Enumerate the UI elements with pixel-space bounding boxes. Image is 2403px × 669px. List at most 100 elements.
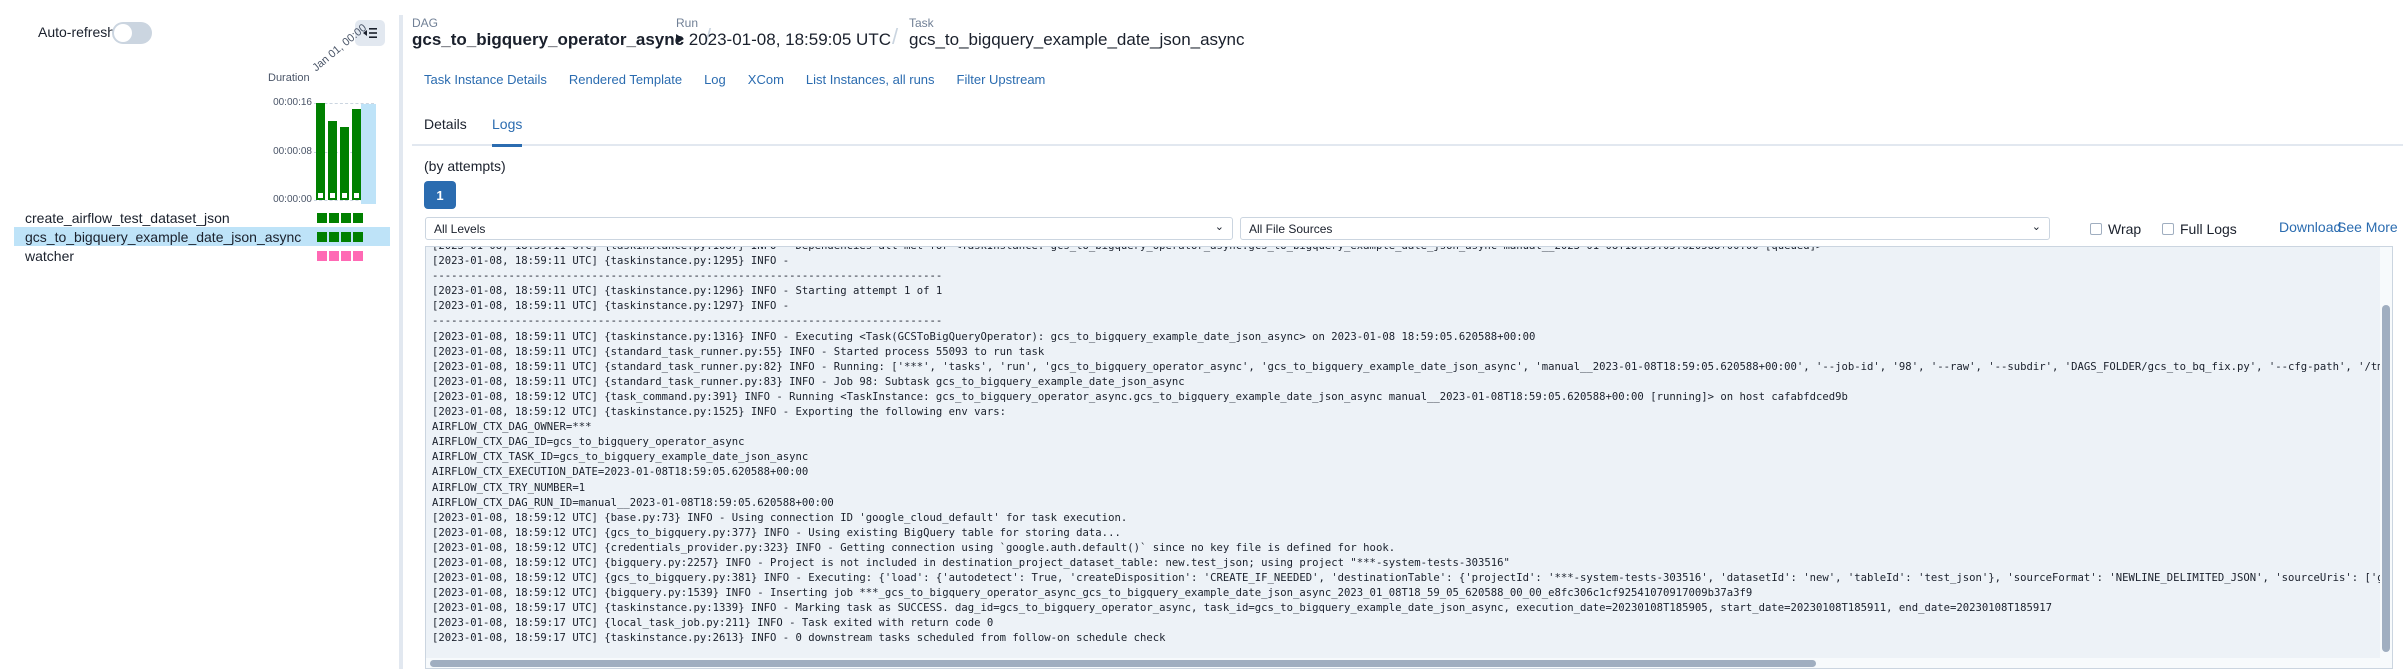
- full-logs-label: Full Logs: [2180, 221, 2237, 237]
- log-level-select[interactable]: All Levels ⌄: [425, 217, 1233, 240]
- duration-tick: 00:00:08: [273, 146, 312, 157]
- log-line: [2023-01-08, 18:59:11 UTC] {standard_tas…: [432, 360, 2393, 373]
- log-line: [2023-01-08, 18:59:11 UTC] {taskinstance…: [432, 285, 943, 298]
- log-line: AIRFLOW_CTX_TRY_NUMBER=1: [432, 481, 586, 494]
- log-viewer[interactable]: [2023-01-08, 18:59:11 UTC] {taskinstance…: [425, 246, 2393, 669]
- task-instance-square[interactable]: [317, 213, 327, 223]
- toggle-knob: [114, 24, 132, 42]
- action-link-task-instance-details[interactable]: Task Instance Details: [424, 72, 547, 87]
- download-button[interactable]: Download: [2279, 219, 2341, 235]
- log-lines: [2023-01-08, 18:59:11 UTC] {taskinstance…: [432, 246, 2393, 647]
- log-line: AIRFLOW_CTX_TASK_ID=gcs_to_bigquery_exam…: [432, 451, 809, 464]
- log-line: [2023-01-08, 18:59:12 UTC] {base.py:73} …: [432, 511, 1128, 524]
- breadcrumb-dag-value: gcs_to_bigquery_operator_async: [412, 30, 685, 49]
- action-link-list-instances-all-runs[interactable]: List Instances, all runs: [806, 72, 935, 87]
- log-line: [2023-01-08, 18:59:12 UTC] {taskinstance…: [432, 406, 1007, 419]
- log-line: [2023-01-08, 18:59:12 UTC] {bigquery.py:…: [432, 556, 1510, 569]
- see-more-button[interactable]: See More: [2337, 219, 2398, 235]
- wrap-checkbox[interactable]: Wrap: [2090, 221, 2141, 237]
- log-line: [2023-01-08, 18:59:11 UTC] {taskinstance…: [432, 300, 796, 313]
- log-line: [2023-01-08, 18:59:11 UTC] {taskinstance…: [432, 330, 1536, 343]
- breadcrumb-task-label: Task: [909, 16, 934, 30]
- bar-marker: [354, 193, 359, 198]
- log-line: [2023-01-08, 18:59:12 UTC] {task_command…: [432, 390, 1848, 403]
- scrollbar-thumb[interactable]: [2382, 305, 2390, 652]
- log-line: [2023-01-08, 18:59:17 UTC] {local_task_j…: [432, 617, 994, 630]
- log-line: [2023-01-08, 18:59:11 UTC] {taskinstance…: [432, 255, 796, 268]
- full-logs-checkbox[interactable]: Full Logs: [2162, 221, 2237, 237]
- duration-bar[interactable]: [316, 103, 325, 200]
- log-line: [2023-01-08, 18:59:12 UTC] {gcs_to_bigqu…: [432, 526, 1121, 539]
- task-instance-square[interactable]: [353, 251, 363, 261]
- task-instance-square[interactable]: [341, 232, 351, 242]
- horizontal-scrollbar[interactable]: [426, 658, 2392, 668]
- task-row[interactable]: gcs_to_bigquery_example_date_json_async: [14, 227, 390, 246]
- log-line: ----------------------------------------…: [432, 270, 943, 283]
- breadcrumb-separator: /: [892, 24, 899, 49]
- auto-refresh-label: Auto-refresh: [38, 24, 116, 40]
- breadcrumb-dag[interactable]: DAG gcs_to_bigquery_operator_async: [412, 16, 684, 50]
- file-source-select[interactable]: All File Sources ⌄: [1240, 217, 2050, 240]
- log-line: [2023-01-08, 18:59:17 UTC] {taskinstance…: [432, 602, 2053, 615]
- attempt-button[interactable]: 1: [424, 181, 456, 209]
- wrap-label: Wrap: [2108, 221, 2142, 237]
- breadcrumb-task[interactable]: Task gcs_to_bigquery_example_date_json_a…: [909, 16, 1245, 50]
- task-instance-square[interactable]: [353, 213, 363, 223]
- duration-tick: 00:00:16: [273, 97, 312, 108]
- log-line: [2023-01-08, 18:59:11 UTC] {taskinstance…: [432, 246, 1823, 252]
- breadcrumb-run-value: 2023-01-08, 18:59:05 UTC: [688, 30, 891, 49]
- log-line: [2023-01-08, 18:59:12 UTC] {credentials_…: [432, 541, 1396, 554]
- task-instance-square[interactable]: [341, 213, 351, 223]
- bar-marker: [330, 193, 335, 198]
- action-link-filter-upstream[interactable]: Filter Upstream: [957, 72, 1046, 87]
- duration-axis-label: Duration: [268, 72, 310, 84]
- task-instance-square[interactable]: [317, 232, 327, 242]
- duration-bar[interactable]: [340, 127, 349, 200]
- task-instance-square[interactable]: [329, 232, 339, 242]
- log-line: AIRFLOW_CTX_DAG_RUN_ID=manual__2023-01-0…: [432, 496, 834, 509]
- selected-run-highlight: [361, 104, 376, 204]
- chevron-down-icon: ⌄: [1214, 221, 1224, 233]
- breadcrumb-dag-label: DAG: [412, 16, 439, 30]
- log-line: ----------------------------------------…: [432, 315, 943, 328]
- bar-marker: [342, 193, 347, 198]
- attempts-label: (by attempts): [424, 158, 506, 174]
- scrollbar-thumb[interactable]: [430, 660, 1816, 667]
- task-row[interactable]: create_airflow_test_dataset_json: [14, 208, 390, 227]
- checkbox-box: [2162, 223, 2174, 235]
- action-link-xcom[interactable]: XCom: [748, 72, 784, 87]
- vertical-scrollbar[interactable]: [2380, 247, 2392, 668]
- log-line: AIRFLOW_CTX_EXECUTION_DATE=2023-01-08T18…: [432, 466, 809, 479]
- log-line: [2023-01-08, 18:59:11 UTC] {standard_tas…: [432, 375, 1185, 388]
- task-instance-square[interactable]: [329, 251, 339, 261]
- log-line: AIRFLOW_CTX_DAG_ID=gcs_to_bigquery_opera…: [432, 436, 745, 449]
- log-line: AIRFLOW_CTX_DAG_OWNER=***: [432, 421, 592, 434]
- tab-logs[interactable]: Logs: [492, 116, 523, 147]
- duration-bar[interactable]: [352, 109, 361, 200]
- log-line: [2023-01-08, 18:59:12 UTC] {gcs_to_bigqu…: [432, 572, 2393, 585]
- action-link-rendered-template[interactable]: Rendered Template: [569, 72, 682, 87]
- auto-refresh-toggle[interactable]: [112, 22, 152, 44]
- breadcrumb-run-row: 2023-01-08, 18:59:05 UTC: [676, 30, 891, 50]
- task-instance-square[interactable]: [353, 232, 363, 242]
- duration-tick: 00:00:00: [273, 194, 312, 205]
- chevron-down-icon: ⌄: [2031, 221, 2041, 233]
- duration-bar[interactable]: [328, 121, 337, 200]
- log-level-value: All Levels: [434, 222, 486, 236]
- tab-details[interactable]: Details: [424, 116, 467, 144]
- breadcrumb-run[interactable]: Run 2023-01-08, 18:59:05 UTC: [676, 16, 891, 50]
- checkbox-box: [2090, 223, 2102, 235]
- breadcrumb-task-value: gcs_to_bigquery_example_date_json_async: [909, 30, 1245, 49]
- task-list: create_airflow_test_dataset_json gcs_to_b…: [14, 208, 390, 265]
- play-icon: [676, 34, 684, 44]
- task-instance-square[interactable]: [341, 251, 351, 261]
- panel-divider[interactable]: [399, 15, 403, 669]
- file-source-value: All File Sources: [1249, 222, 1333, 236]
- task-row[interactable]: watcher: [14, 246, 390, 265]
- log-line: [2023-01-08, 18:59:11 UTC] {standard_tas…: [432, 345, 1045, 358]
- task-instance-square[interactable]: [329, 213, 339, 223]
- breadcrumb-run-label: Run: [676, 16, 699, 30]
- main-panel: DAG gcs_to_bigquery_operator_async / Run…: [412, 0, 2403, 669]
- action-link-log[interactable]: Log: [704, 72, 726, 87]
- task-instance-square[interactable]: [317, 251, 327, 261]
